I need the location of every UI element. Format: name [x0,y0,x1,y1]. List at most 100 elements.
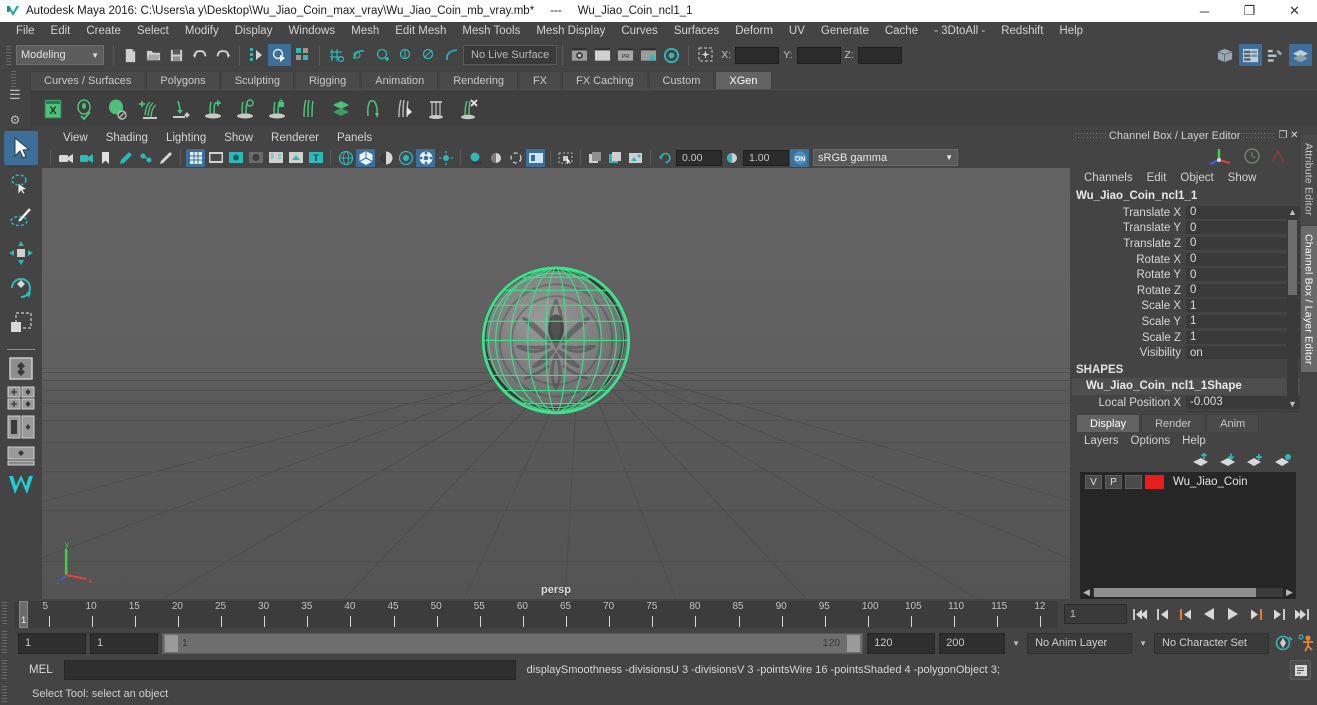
animation-start-field[interactable]: 1 [18,632,86,654]
channel-row[interactable]: Translate X 0 [1072,205,1300,221]
two-d-pan-zoom-icon[interactable] [136,149,155,167]
xgen-preview-off-icon[interactable] [102,95,132,123]
layer-editor-tab-render[interactable]: Render [1141,414,1206,432]
channel-value-field[interactable]: 0 [1186,252,1300,267]
channel-row[interactable]: Translate Y 0 [1072,221,1300,237]
channel-box-menu-object[interactable]: Object [1174,172,1219,184]
open-scene-button[interactable] [142,44,165,66]
layer-editor-menu-options[interactable]: Options [1125,435,1177,447]
shelf-tab-sculpting[interactable]: Sculpting [220,71,294,89]
xgen-preview-check-icon[interactable] [70,95,100,123]
viewport-menu-shading[interactable]: Shading [97,132,157,144]
menu-item[interactable]: Edit [43,22,79,41]
xgen-lock-icon[interactable] [262,95,292,123]
range-bar[interactable]: 1 120 [162,632,864,654]
menuset-selector[interactable]: Modeling ▼ [16,45,104,65]
range-start-field[interactable]: 1 [90,632,158,654]
step-forward-keyframe-icon[interactable] [1268,604,1288,625]
help-line-gripper[interactable] [2,686,11,702]
ambient-occlusion-icon[interactable] [486,149,505,167]
shelf-tab-fx-caching[interactable]: FX Caching [562,71,648,89]
toggle-modeling-toolkit-button[interactable] [1214,44,1237,66]
gamma-reset-icon[interactable] [723,149,742,167]
snap-to-projected-center-button[interactable] [394,44,417,66]
scroll-down-arrow-icon[interactable]: ▼ [1287,399,1298,409]
xgen-region-icon[interactable] [230,95,260,123]
layer-list[interactable]: V P Wu_Jiao_Coin ◀ ▶ [1080,472,1296,599]
layer-new-from-selected-icon[interactable] [1274,453,1292,467]
close-button[interactable]: ✕ [1272,0,1317,22]
undo-button[interactable] [188,44,211,66]
snap-to-grid-button[interactable] [325,44,348,66]
xgen-groom-brush-icon[interactable] [390,95,420,123]
lasso-select-tool[interactable] [4,166,38,200]
paint-select-tool[interactable] [4,201,38,235]
live-surface-field[interactable]: No Live Surface [463,45,558,65]
menu-item[interactable]: Mesh Display [528,22,613,41]
select-by-object-type-button[interactable] [268,44,291,66]
channel-row[interactable]: Local Position Y1.261 [1072,411,1300,412]
channel-row[interactable]: Translate Z 0 [1072,236,1300,252]
panel-gripper[interactable] [1075,131,1106,140]
time-slider-gripper[interactable] [2,602,11,626]
layer-new-icon[interactable] [1246,453,1264,467]
channel-box-menu-edit[interactable]: Edit [1141,172,1173,184]
wireframe-shading-icon[interactable] [336,149,355,167]
two-pane-side-layout-button[interactable] [6,414,36,440]
shelf-tab-menu-icon[interactable]: ☰ [9,88,21,101]
shelf-tab-animation[interactable]: Animation [361,71,439,89]
channel-value-field[interactable]: 0 [1186,268,1300,283]
viewport-menu-lighting[interactable]: Lighting [157,132,215,144]
statusline-gripper[interactable] [4,44,13,66]
red-marker-icon[interactable] [1270,148,1286,164]
camera-attributes-icon[interactable] [76,149,95,167]
xgen-patches-icon[interactable] [326,95,356,123]
menu-item[interactable]: Cache [877,22,926,41]
menu-item[interactable]: Generate [813,22,877,41]
maximize-button[interactable]: ❐ [1227,0,1272,22]
channel-value-field[interactable]: 1 [1186,330,1300,345]
menu-item[interactable]: Create [78,22,129,41]
make-live-button[interactable] [440,44,463,66]
exposure-icon[interactable] [266,149,285,167]
close-panel-icon[interactable]: ✕ [1289,129,1300,143]
menu-item[interactable]: - 3DtoAll - [926,22,993,41]
channel-value-field[interactable]: -0.003 [1186,395,1300,410]
menu-item[interactable]: Mesh [343,22,387,41]
coord-y-input[interactable] [796,46,841,64]
bookmark-icon[interactable] [96,149,115,167]
channel-row[interactable]: Scale Y 1 [1072,314,1300,330]
panel-gripper-right[interactable] [1243,131,1275,140]
channel-box-scrollbar[interactable]: ▲ ▼ [1287,206,1298,410]
menu-item[interactable]: File [8,22,43,41]
scroll-right-arrow-icon[interactable]: ▶ [1283,587,1296,598]
menu-item[interactable]: Windows [280,22,343,41]
channel-value-field[interactable]: 0 [1186,221,1300,236]
xgen-import-collection-icon[interactable] [166,95,196,123]
time-slider-playhead[interactable]: 1 [19,600,28,628]
snap-to-point-button[interactable] [371,44,394,66]
channel-row[interactable]: Rotate Y 0 [1072,267,1300,283]
select-by-component-type-button[interactable] [291,44,314,66]
text-overlay-icon[interactable]: T [306,149,325,167]
menu-item[interactable]: Mesh Tools [454,22,528,41]
toggle-tool-settings-button[interactable] [1264,44,1287,66]
shelf-tab-rendering[interactable]: Rendering [439,71,518,89]
vertical-tab-channel-box-layer-editor[interactable]: Channel Box / Layer Editor [1300,225,1317,373]
single-pane-layout-button[interactable] [6,356,36,382]
snap-to-view-planes-button[interactable] [417,44,440,66]
isolate-select-icon[interactable] [556,149,575,167]
viewport-menu-renderer[interactable]: Renderer [262,132,328,144]
select-camera-icon[interactable] [56,149,75,167]
channel-row[interactable]: Rotate Z 0 [1072,283,1300,299]
scroll-up-arrow-icon[interactable]: ▲ [1287,207,1298,217]
scroll-left-arrow-icon[interactable]: ◀ [1080,587,1093,598]
animation-end-field[interactable]: 200 [939,632,1006,654]
channel-row[interactable]: Scale Z 1 [1072,330,1300,346]
chevron-down-icon[interactable]: ▼ [1136,639,1150,648]
auto-keyframe-icon[interactable] [1273,633,1293,654]
channel-value-field[interactable]: 1 [1186,299,1300,314]
range-end-handle[interactable] [847,634,861,652]
shelf-tab-curves-surfaces[interactable]: Curves / Surfaces [30,71,146,89]
shelf-tab-rigging[interactable]: Rigging [294,71,361,89]
